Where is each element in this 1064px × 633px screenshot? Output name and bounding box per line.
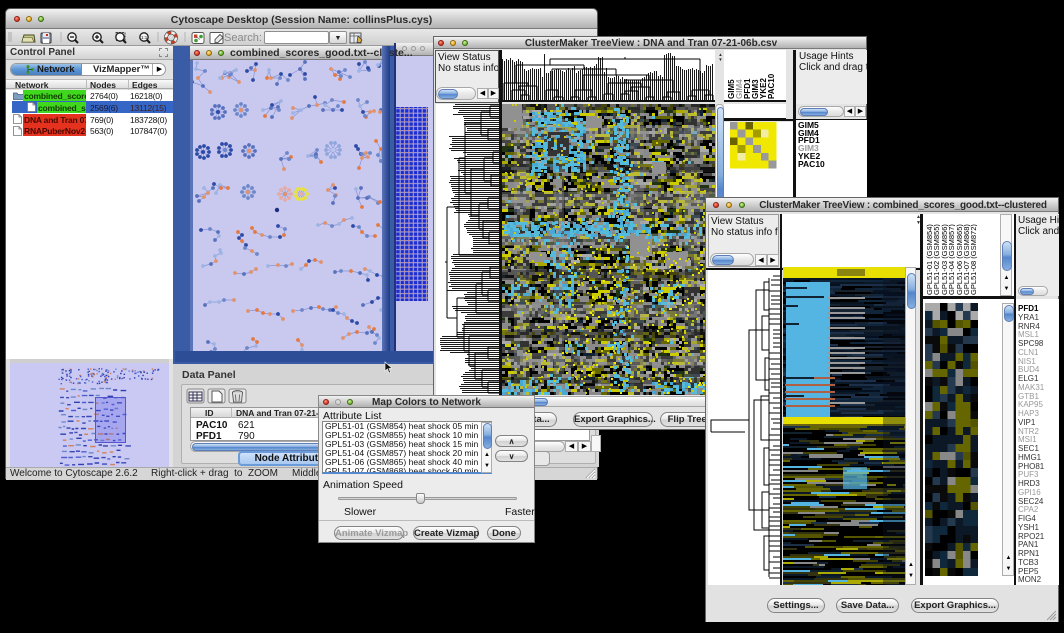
svg-text:1:1: 1:1 [141, 35, 148, 40]
